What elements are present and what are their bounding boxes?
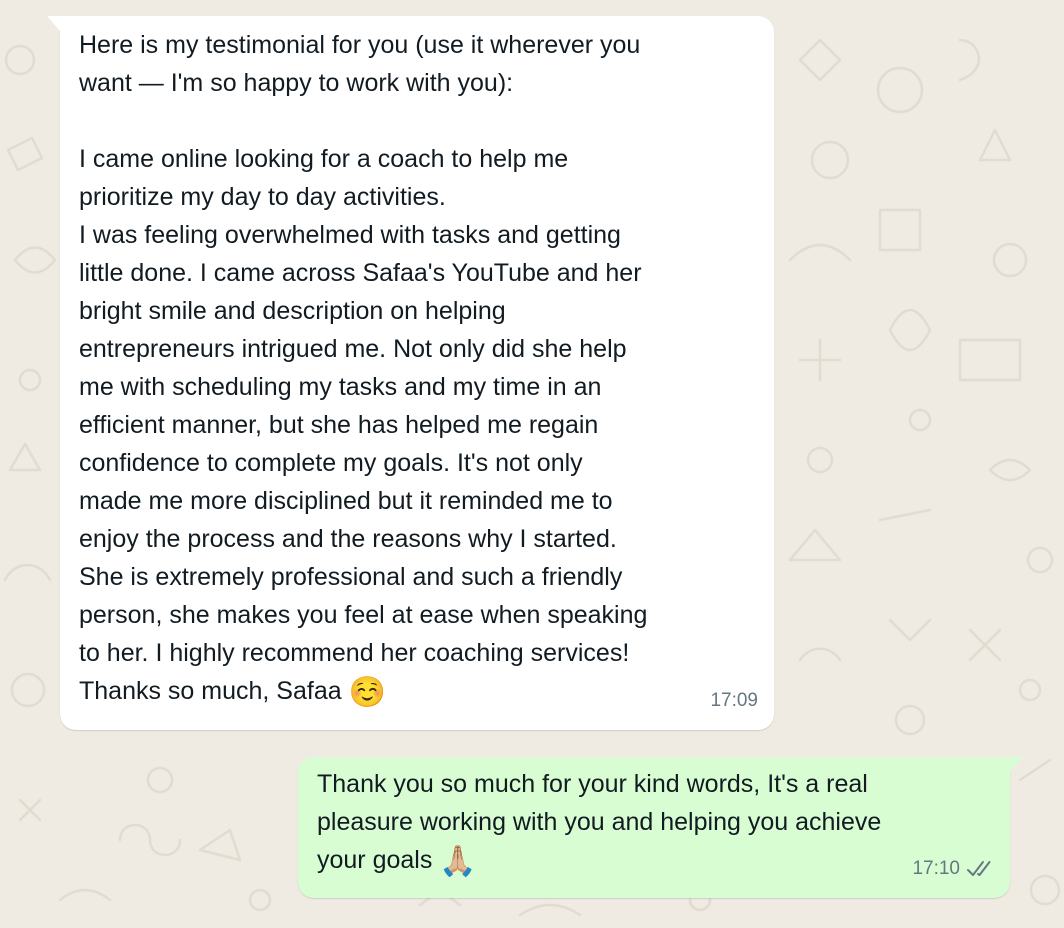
message-meta: 17:09 <box>710 682 758 720</box>
outgoing-message-bubble[interactable]: Thank you so much for your kind words, I… <box>298 757 1023 898</box>
message-meta: 17:10 <box>912 850 994 888</box>
message-text: Thank you so much for your kind words, I… <box>317 770 882 879</box>
double-check-icon <box>967 861 991 876</box>
relieved-face-emoji: ☺️ <box>348 675 386 710</box>
folded-hands-emoji: 🙏🏼 <box>439 844 477 879</box>
bubble-tail-icon <box>47 16 61 32</box>
message-text: Here is my testimonial for you (use it w… <box>79 31 648 710</box>
bubble-tail-icon <box>1009 757 1023 773</box>
message-timestamp: 17:10 <box>912 858 960 879</box>
message-timestamp: 17:09 <box>710 690 758 711</box>
incoming-message-bubble[interactable]: Here is my testimonial for you (use it w… <box>47 16 774 730</box>
